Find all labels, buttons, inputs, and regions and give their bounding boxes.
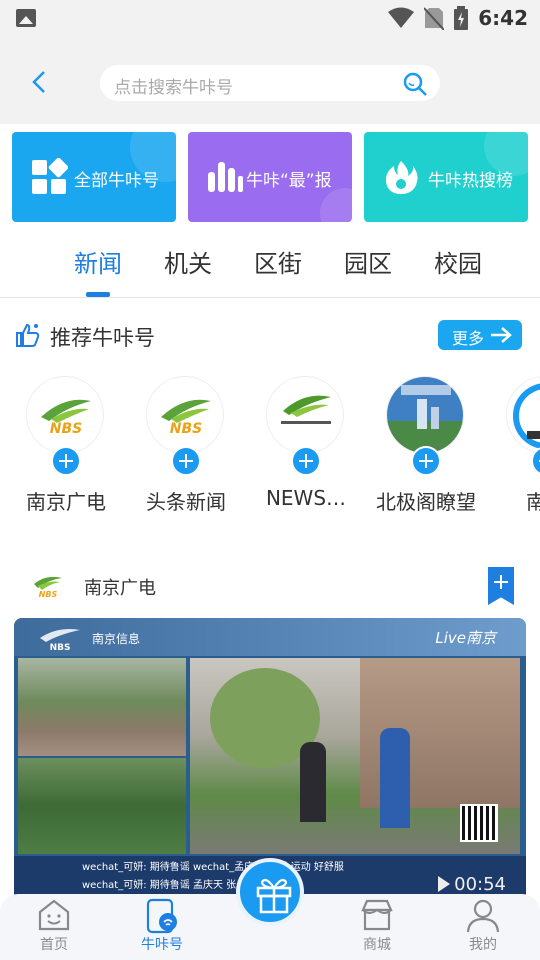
camera-feed	[18, 758, 186, 854]
account-name: NEWS…	[265, 486, 347, 510]
subscribe-bookmark-icon[interactable]	[488, 567, 514, 605]
status-bar: 6:42	[0, 0, 540, 38]
feed-item-header: NBS 南京广电	[0, 562, 540, 612]
nbs-logo: NBS	[26, 376, 104, 454]
svg-text:NBS: NBS	[50, 643, 71, 652]
search-icon[interactable]	[402, 71, 428, 97]
user-icon	[466, 899, 500, 933]
header: 点击搜索牛咔号	[0, 38, 540, 124]
camera-feed	[18, 658, 186, 756]
gallery-icon	[16, 9, 36, 27]
shop-icon	[361, 899, 393, 931]
recommend-header: 推荐牛咔号 更多	[0, 318, 540, 358]
category-tabs: 新闻 机关 区街 园区 校园	[0, 236, 540, 298]
recommend-title: 推荐牛咔号	[50, 326, 155, 350]
bar-chart-icon	[208, 162, 243, 192]
live-label: Live南京	[435, 629, 496, 647]
all-accounts-card[interactable]: 全部牛咔号	[12, 132, 176, 222]
feature-cards: 全部牛咔号 牛咔“最”报 牛咔热搜榜	[0, 132, 540, 222]
nbs-watermark: NBS	[40, 629, 80, 652]
thumbs-up-icon	[16, 323, 40, 347]
search-placeholder: 点击搜索牛咔号	[114, 78, 233, 98]
tab-parks[interactable]: 园区	[344, 244, 392, 279]
card-label: 牛咔“最”报	[246, 171, 332, 191]
wifi-icon	[388, 7, 415, 28]
account-name: 南京广电	[26, 490, 106, 514]
gift-button[interactable]	[236, 858, 304, 926]
nanjing-news-logo	[266, 376, 344, 454]
source-logo: NBS	[34, 576, 62, 599]
svg-text:NBS: NBS	[39, 590, 58, 599]
back-icon[interactable]	[26, 68, 54, 96]
video-duration: 00:54	[454, 874, 506, 895]
nav-label: 我的	[469, 937, 497, 953]
tab-news[interactable]: 新闻	[74, 244, 122, 279]
svg-text:NBS: NBS	[50, 421, 82, 437]
no-sim-icon	[424, 7, 445, 30]
grid-icon	[32, 158, 68, 194]
more-label: 更多	[452, 329, 485, 348]
card-label: 全部牛咔号	[74, 171, 159, 191]
follow-button[interactable]	[291, 446, 321, 476]
account-name: 南京	[526, 490, 540, 514]
account-name: 北极阁瞭望	[376, 490, 476, 514]
clock: 6:42	[478, 6, 528, 30]
beijige-logo	[386, 376, 464, 454]
tab-agencies[interactable]: 机关	[164, 244, 212, 279]
qr-code	[460, 804, 498, 842]
hot-search-card[interactable]: 牛咔热搜榜	[364, 132, 528, 222]
more-button[interactable]: 更多	[438, 320, 522, 350]
follow-button[interactable]	[411, 446, 441, 476]
follow-button[interactable]	[51, 446, 81, 476]
follow-button[interactable]	[171, 446, 201, 476]
source-name: 南京广电	[84, 578, 156, 599]
recommended-accounts: NBS 南京广电 NBS 头条新闻 NEWS… 北极阁瞭望 南京	[0, 376, 540, 516]
flame-icon	[385, 161, 418, 194]
top-report-card[interactable]: 牛咔“最”报	[188, 132, 352, 222]
nav-label: 首页	[40, 937, 68, 953]
nav-label: 牛咔号	[141, 937, 183, 953]
nanjing-logo	[506, 376, 540, 454]
nbs-logo: NBS	[146, 376, 224, 454]
ticker-line: wechat_可妍: 期待鲁谣 wechat_孟庆天: 这个运动 好舒服	[82, 862, 344, 873]
nav-label: 商城	[363, 937, 391, 953]
home-face-icon	[38, 899, 70, 931]
play-icon[interactable]	[438, 876, 450, 892]
gift-icon	[256, 878, 292, 914]
card-label: 牛咔热搜榜	[428, 171, 513, 191]
search-input[interactable]: 点击搜索牛咔号	[100, 65, 440, 101]
video-banner: NBS 南京信息 Live南京	[14, 618, 526, 656]
brand-label: 南京信息	[92, 632, 141, 646]
tab-districts[interactable]: 区街	[254, 244, 302, 279]
tab-indicator	[86, 292, 110, 297]
niuka-icon	[146, 898, 177, 934]
battery-icon	[454, 6, 469, 30]
arrow-right-icon	[491, 327, 512, 343]
svg-text:NBS: NBS	[170, 421, 202, 437]
tab-campus[interactable]: 校园	[434, 244, 482, 279]
account-name: 头条新闻	[146, 490, 226, 514]
